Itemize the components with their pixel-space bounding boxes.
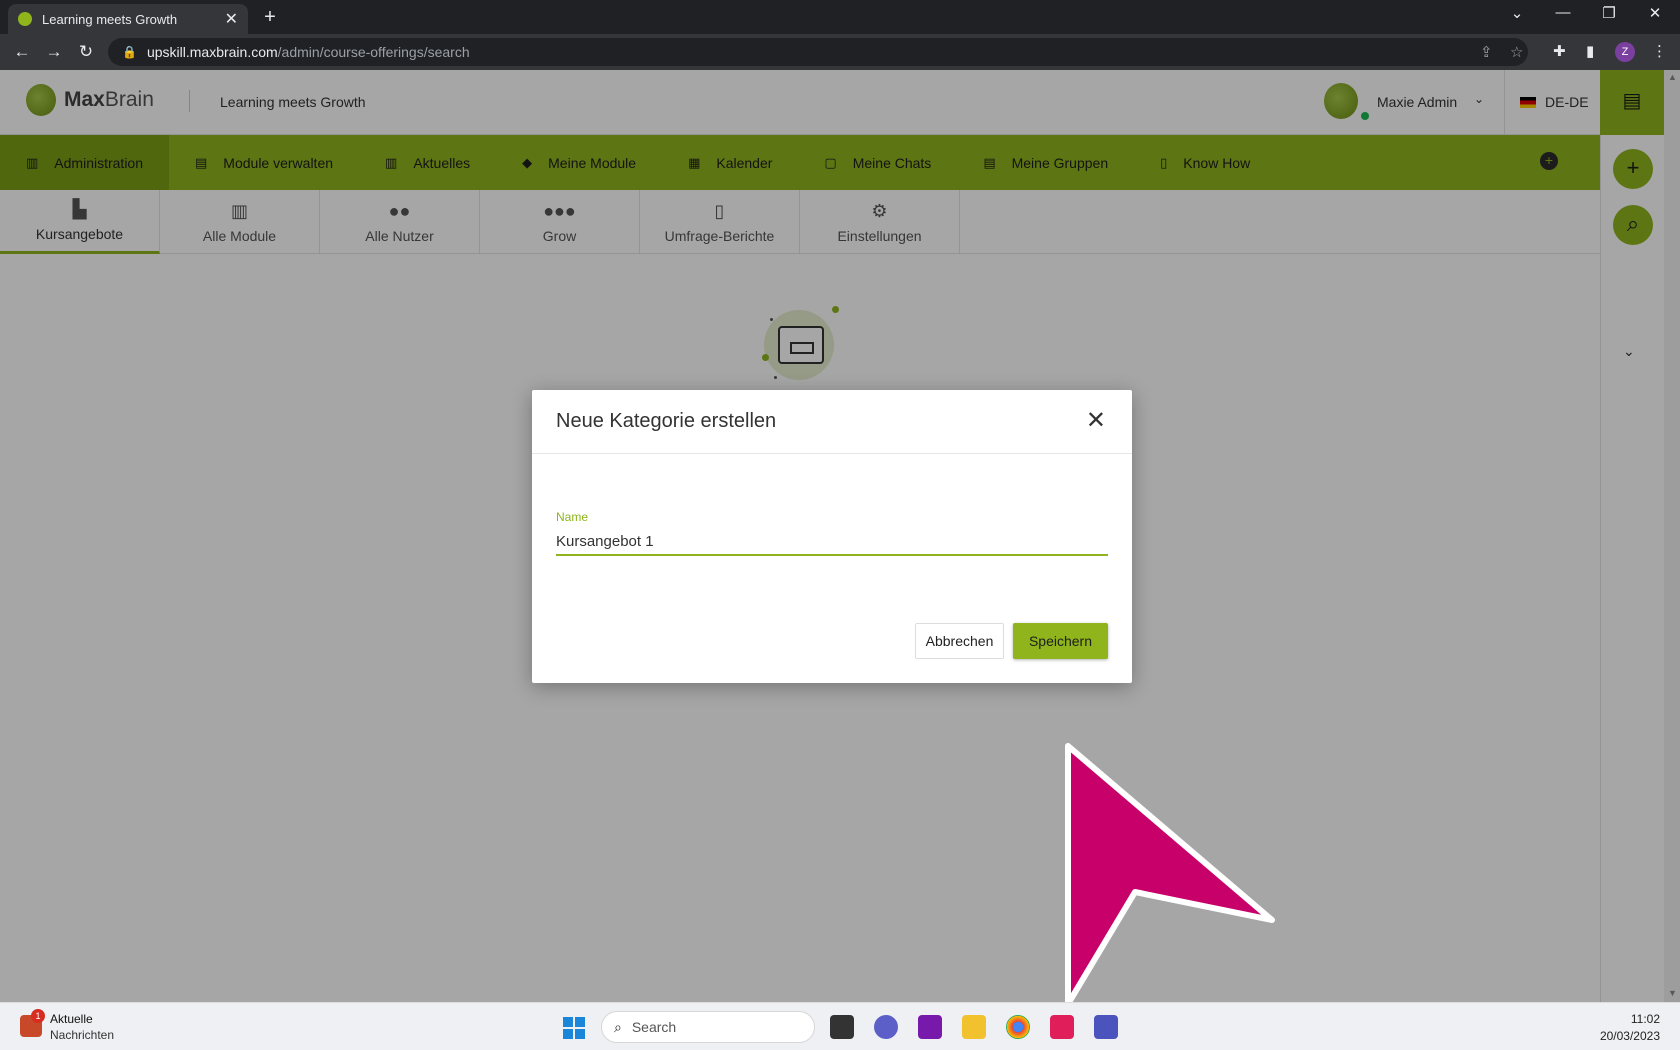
- url-path: /admin/course-offerings/search: [277, 44, 470, 60]
- window-close-icon[interactable]: ✕: [1632, 4, 1678, 22]
- tab-search-icon[interactable]: ⌄: [1494, 4, 1540, 22]
- restore-icon[interactable]: ❐: [1586, 4, 1632, 22]
- browser-tab[interactable]: Learning meets Growth ✕: [8, 4, 248, 34]
- slack-icon[interactable]: [1050, 1015, 1074, 1039]
- task-view-icon[interactable]: [830, 1015, 854, 1039]
- tab-title: Learning meets Growth: [42, 11, 178, 27]
- chrome-icon[interactable]: [1006, 1015, 1030, 1039]
- dialog-header: Neue Kategorie erstellen ✕: [532, 390, 1132, 454]
- side-panel-icon[interactable]: ▮: [1586, 42, 1594, 60]
- search-icon: ⌕: [614, 1018, 622, 1035]
- new-tab-button[interactable]: +: [258, 6, 282, 30]
- browser-tab-bar: Learning meets Growth ✕ + ⌄ — ❐ ✕: [0, 0, 1680, 34]
- taskbar-time[interactable]: 11:02: [1605, 1012, 1660, 1026]
- taskbar-search-text: Search: [631, 1019, 677, 1035]
- save-button[interactable]: Speichern: [1013, 623, 1108, 659]
- taskbar-date[interactable]: 20/03/2023: [1590, 1029, 1660, 1043]
- taskbar: 1 Aktuelle Nachrichten ⌕ Search 11:02 20…: [0, 1002, 1680, 1050]
- lock-icon: 🔒: [122, 45, 137, 59]
- web-page: MaxBrain Learning meets Growth Maxie Adm…: [0, 70, 1680, 1002]
- new-category-dialog: Neue Kategorie erstellen ✕ Name Abbreche…: [532, 390, 1132, 683]
- taskbar-search[interactable]: ⌕ Search: [601, 1011, 815, 1043]
- tab-close-icon[interactable]: ✕: [225, 9, 238, 29]
- profile-avatar[interactable]: Z: [1615, 42, 1635, 62]
- name-field[interactable]: [556, 528, 1108, 556]
- windows-start-icon[interactable]: [563, 1017, 585, 1039]
- notification-badge: 1: [31, 1009, 45, 1023]
- browser-menu-icon[interactable]: ⋮: [1652, 42, 1667, 60]
- extensions-icon[interactable]: ✚: [1553, 42, 1566, 60]
- close-icon[interactable]: ✕: [1086, 406, 1106, 435]
- browser-toolbar: ← → ↻ 🔒 upskill.maxbrain.com /admin/cour…: [0, 34, 1680, 70]
- address-bar[interactable]: 🔒 upskill.maxbrain.com /admin/course-off…: [108, 38, 1528, 66]
- url-host: upskill.maxbrain.com: [146, 44, 278, 60]
- dialog-title: Neue Kategorie erstellen: [556, 410, 777, 432]
- file-explorer-icon[interactable]: [962, 1015, 986, 1039]
- share-icon[interactable]: ⇪: [1480, 43, 1493, 61]
- widget-title[interactable]: Aktuelle: [50, 1012, 93, 1026]
- minimize-icon[interactable]: —: [1540, 4, 1586, 21]
- teams-chat-icon[interactable]: [874, 1015, 898, 1039]
- name-field-label: Name: [556, 510, 589, 524]
- bookmark-star-icon[interactable]: ☆: [1510, 43, 1523, 61]
- widget-subtitle[interactable]: Nachrichten: [50, 1028, 114, 1042]
- teams-icon[interactable]: [1094, 1015, 1118, 1039]
- onenote-icon[interactable]: [918, 1015, 942, 1039]
- forward-icon[interactable]: →: [42, 42, 66, 62]
- favicon-icon: [18, 12, 32, 26]
- back-icon[interactable]: ←: [10, 42, 34, 62]
- cancel-button[interactable]: Abbrechen: [915, 623, 1004, 659]
- pointer-cursor-icon: [1065, 743, 1275, 1002]
- reload-icon[interactable]: ↻: [74, 42, 98, 62]
